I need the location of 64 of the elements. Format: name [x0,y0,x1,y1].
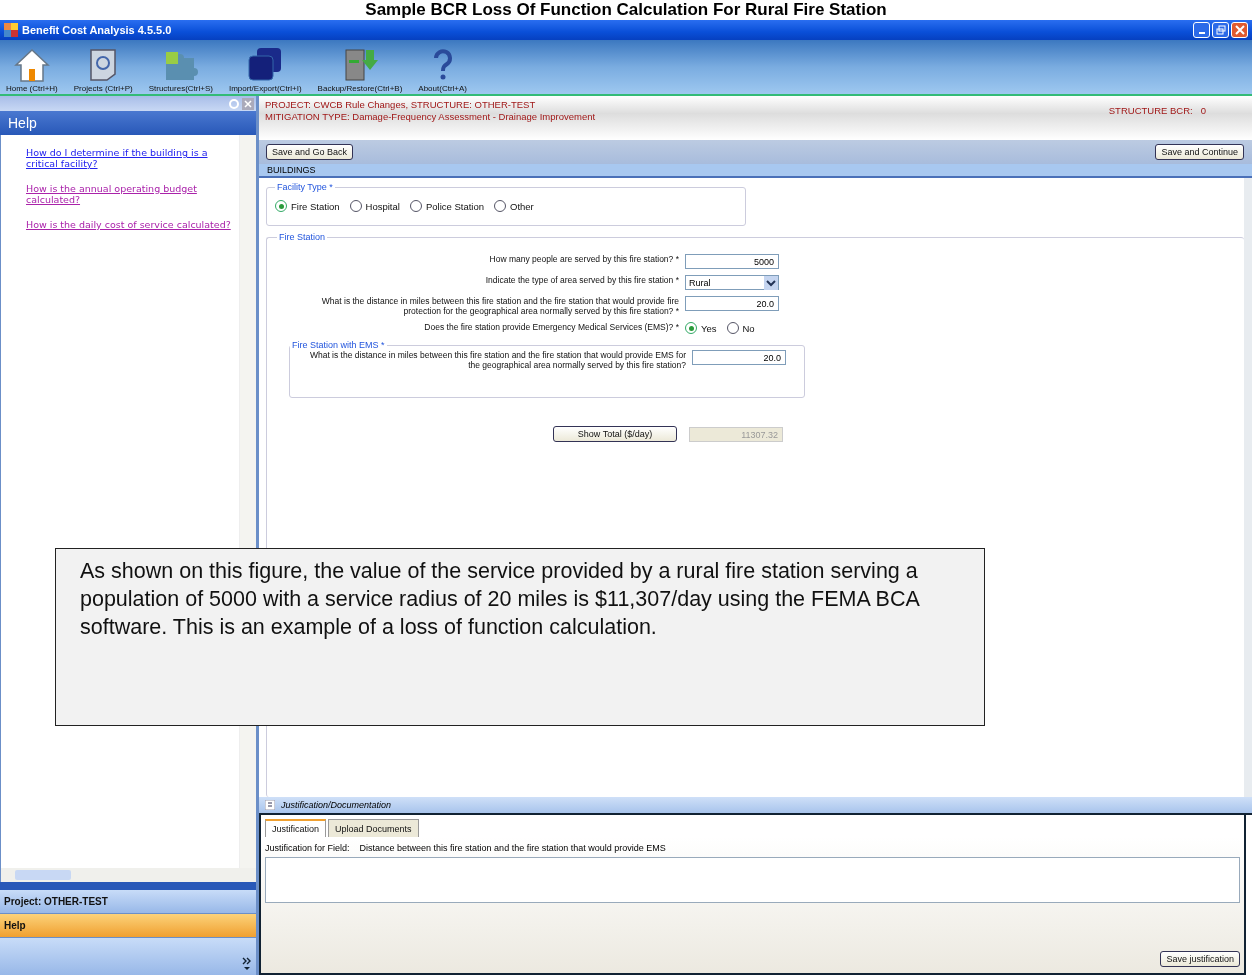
help-link[interactable]: How is the annual operating budget calculated? [26,183,231,205]
field-label: Justification for Field: [265,843,350,853]
callout-text: As shown on this figure, the value of the service provided by a rural fire station serving a population of 5000 with a service radius of 20 miles is $11,307/day using the FEMA BCA software. This is an example of a loss of function calculation. [80,558,921,641]
save-continue-button[interactable]: Save and Continue [1155,144,1244,160]
input-field[interactable]: 20.0 [685,296,779,311]
group-legend: Fire Station [277,232,328,242]
help-link[interactable]: How is the daily cost of service calculated? [26,219,231,230]
input-field[interactable]: 5000 [685,254,779,269]
help-link[interactable]: How do I determine if the building is a critical facility? [26,147,231,169]
slide-title: Sample BCR Loss Of Function Calculation For Rural Fire Station [364,0,888,20]
toolbar-button[interactable]: Structures(Ctrl+S) [146,50,215,94]
restore-button[interactable] [1212,22,1229,38]
radio-option[interactable]: Hospital [349,200,400,212]
question-label: What is the distance in miles between this fire station and the fire station that would provide EMS for the geographical area normally served by this fire station? [308,350,686,370]
pin-icon[interactable] [228,97,240,110]
sidebar-section[interactable]: Help [0,914,256,938]
caret-icon [764,275,778,290]
toolbar-button[interactable]: Projects (Ctrl+P) [71,48,135,94]
close-icon [1234,25,1245,35]
toolbar-button[interactable]: Backup/Restore(Ctrl+B) [315,46,405,94]
collapse-icon[interactable] [265,800,275,810]
restore-icon [1215,25,1226,35]
save-justification-button[interactable]: Save justification [1160,951,1240,967]
tab[interactable]: Justification [265,819,327,837]
toolbar-button[interactable]: About(Ctrl+A) [416,48,469,94]
close-icon[interactable] [242,97,254,110]
house-icon [13,48,50,82]
total-field: 11307.32 [689,426,783,442]
minimize-icon [1198,32,1205,34]
puzzle-icon [163,50,198,82]
group-legend: Facility Type * [275,182,335,192]
bcr-label: STRUCTURE BCR: [1108,105,1193,116]
dropdown[interactable]: Rural [685,275,779,290]
group-legend: Fire Station with EMS * [290,340,387,350]
toolbar-button[interactable]: Import/Export(Ctrl+I) [226,46,304,94]
window-title: Benefit Cost Analysis 4.5.5.0 [22,24,173,36]
field-name: Distance between this fire station and the fire station that would provide EMS [359,843,666,853]
project-info: PROJECT: CWCB Rule Changes, STRUCTURE: OTHER-TEST [265,99,537,111]
question-label: Does the fire station provide Emergency Medical Services (EMS)? * [423,322,679,332]
save-back-button[interactable]: Save and Go Back [266,144,354,160]
radio-option[interactable]: Other [494,200,534,212]
document-icon [88,48,119,82]
minimize-button[interactable] [1193,22,1210,38]
mitigation-info: MITIGATION TYPE: Damage-Frequency Assessment - Drainage Improvement [265,111,597,123]
radio-option[interactable]: Yes [685,322,717,334]
app-icon [4,23,18,37]
section-title: BUILDINGS [259,164,1252,178]
panel-title: Justification/Documentation [281,800,392,810]
input-field[interactable]: 20.0 [692,350,786,365]
documents-icon [247,46,284,82]
sidebar-section[interactable]: Project: OTHER-TEST [0,890,256,914]
toolbar-button[interactable]: Home (Ctrl+H) [4,48,60,94]
help-header: Help [0,111,256,135]
radio-option[interactable]: Police Station [409,200,484,212]
question-label: Indicate the type of area served by this fire station * [484,275,679,285]
show-total-button[interactable]: Show Total ($/day) [553,426,677,442]
close-button[interactable] [1231,22,1248,38]
chevron-icon[interactable] [242,957,252,971]
tab[interactable]: Upload Documents [328,819,419,837]
question-label: How many people are served by this fire station? * [488,254,679,264]
bcr-value: 0 [1200,105,1206,116]
radio-option[interactable]: No [726,322,755,334]
radio-option[interactable]: Fire Station [275,200,340,212]
question-label: What is the distance in miles between this fire station and the fire station that would provide fire protection for the geographical area normally served by this fire station? * [320,296,679,316]
